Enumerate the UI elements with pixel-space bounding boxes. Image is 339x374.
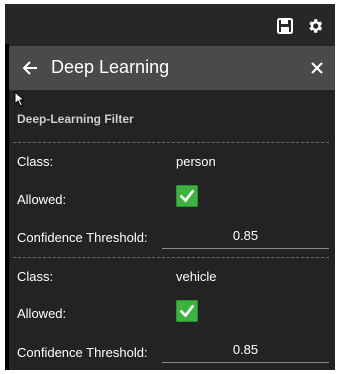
allowed-checkbox[interactable] <box>176 185 198 207</box>
save-icon[interactable] <box>275 16 295 36</box>
class-label: Class: <box>17 269 54 284</box>
class-value: person <box>176 154 216 169</box>
panel-header: Deep Learning <box>9 46 335 90</box>
checkmark-icon <box>179 189 195 203</box>
back-arrow-icon[interactable] <box>19 57 41 79</box>
divider <box>13 142 329 143</box>
confidence-threshold-label: Confidence Threshold: <box>17 345 148 360</box>
allowed-label: Allowed: <box>17 192 67 207</box>
class-value: vehicle <box>176 269 217 284</box>
confidence-threshold-label: Confidence Threshold: <box>17 230 148 245</box>
checkmark-icon <box>179 304 195 318</box>
allowed-label: Allowed: <box>17 306 67 321</box>
left-edge-strip <box>5 44 9 370</box>
top-toolbar <box>5 4 335 46</box>
gear-icon[interactable] <box>305 16 325 36</box>
section-title: Deep-Learning Filter <box>17 112 134 126</box>
page-title: Deep Learning <box>51 57 170 77</box>
close-icon[interactable] <box>307 58 327 78</box>
mouse-cursor-icon <box>14 91 26 107</box>
allowed-checkbox[interactable] <box>176 300 198 322</box>
confidence-threshold-input[interactable]: 0.85 <box>162 228 329 249</box>
confidence-threshold-input[interactable]: 0.85 <box>162 342 329 363</box>
deep-learning-panel: Deep Learning Deep-Learning Filter Class… <box>5 4 335 370</box>
divider <box>13 257 329 258</box>
class-label: Class: <box>17 154 54 169</box>
